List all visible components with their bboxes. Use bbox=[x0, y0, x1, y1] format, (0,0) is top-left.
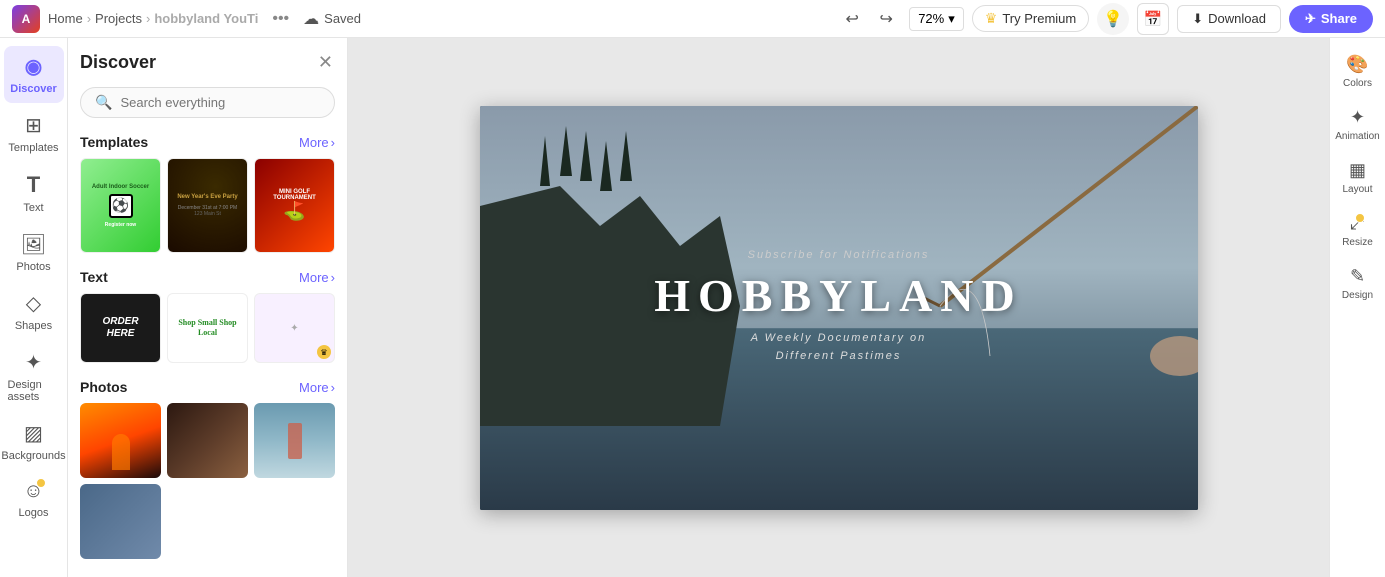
undo-redo-group: ↩ ↪ bbox=[837, 4, 901, 34]
try-premium-button[interactable]: ♛ Try Premium bbox=[972, 5, 1089, 32]
canvas: Subscribe for Notifications HOBBYLAND A … bbox=[480, 106, 1198, 510]
text-section-header: Text More › bbox=[80, 269, 335, 285]
animation-icon: ✦ bbox=[1350, 107, 1365, 128]
text-more-link[interactable]: More › bbox=[299, 270, 335, 285]
templates-section-header: Templates More › bbox=[80, 134, 335, 150]
templates-grid: Adult Indoor Soccer ⚽ Register now New Y… bbox=[80, 158, 335, 253]
download-button[interactable]: ⬇ Download bbox=[1177, 5, 1281, 33]
crown-icon: ♛ bbox=[985, 10, 998, 27]
topbar: A Home › Projects › hobbyland YouTi ••• … bbox=[0, 0, 1385, 38]
sidebar-item-shapes[interactable]: ◇ Shapes bbox=[4, 283, 64, 340]
discover-icon: ◉ bbox=[25, 54, 42, 79]
breadcrumb: Home › Projects › hobbyland YouTi bbox=[48, 11, 258, 26]
photos-more-link[interactable]: More › bbox=[299, 380, 335, 395]
zoom-select[interactable]: 72% ▾ bbox=[909, 7, 964, 31]
templates-section-title: Templates bbox=[80, 134, 148, 150]
templates-more-link[interactable]: More › bbox=[299, 135, 335, 150]
photo-item[interactable] bbox=[80, 484, 161, 559]
photos-section-title: Photos bbox=[80, 379, 127, 395]
chevron-down-icon: ▾ bbox=[948, 11, 955, 27]
app-logo[interactable]: A bbox=[12, 5, 40, 33]
sidebar-item-logos[interactable]: ☺ Logos bbox=[4, 472, 64, 527]
canvas-subtitle: A Weekly Documentary on Different Pastim… bbox=[751, 330, 927, 365]
photos-icon: 🖼 bbox=[21, 232, 46, 257]
idea-button[interactable]: 💡 bbox=[1097, 3, 1129, 35]
download-icon: ⬇ bbox=[1192, 11, 1203, 27]
right-sidebar-resize[interactable]: ⤢ Resize bbox=[1332, 205, 1384, 256]
template-item[interactable]: MINI GOLF TOURNAMENT ⛳ bbox=[254, 158, 335, 253]
photo-item[interactable] bbox=[254, 403, 335, 478]
undo-button[interactable]: ↩ bbox=[837, 4, 867, 34]
layout-icon: ▦ bbox=[1349, 160, 1366, 181]
text-item[interactable]: ORDERHERE bbox=[80, 293, 161, 363]
logos-icon: ☺ bbox=[23, 480, 43, 503]
sidebar-item-text[interactable]: T Text bbox=[4, 164, 64, 222]
resize-icon: ⤢ bbox=[1350, 213, 1364, 234]
colors-icon: 🎨 bbox=[1346, 54, 1368, 75]
right-sidebar-layout[interactable]: ▦ Layout bbox=[1332, 152, 1384, 203]
photos-grid bbox=[80, 403, 335, 559]
share-icon: ✈ bbox=[1305, 11, 1316, 27]
topbar-controls: ↩ ↪ 72% ▾ ♛ Try Premium 💡 📅 ⬇ Download ✈… bbox=[837, 3, 1373, 35]
chevron-right-icon: › bbox=[331, 270, 335, 285]
discover-title: Discover bbox=[80, 52, 156, 73]
right-sidebar-design[interactable]: ✎ Design bbox=[1332, 258, 1384, 309]
right-sidebar-animation[interactable]: ✦ Animation bbox=[1332, 99, 1384, 150]
sidebar-item-backgrounds[interactable]: ▨ Backgrounds bbox=[4, 413, 64, 470]
redo-button[interactable]: ↪ bbox=[871, 4, 901, 34]
backgrounds-icon: ▨ bbox=[24, 421, 43, 446]
canvas-overlay: Subscribe for Notifications HOBBYLAND A … bbox=[480, 106, 1198, 510]
main-layout: ◉ Discover ⊞ Templates T Text 🖼 Photos ◇… bbox=[0, 38, 1385, 577]
text-item-shop-small[interactable]: Shop Small Shop Local bbox=[167, 293, 248, 363]
canvas-title: HOBBYLAND bbox=[654, 269, 1022, 322]
right-sidebar-colors[interactable]: 🎨 Colors bbox=[1332, 46, 1384, 97]
photo-item[interactable] bbox=[167, 403, 248, 478]
design-assets-icon: ✦ bbox=[25, 350, 42, 375]
projects-link[interactable]: Projects bbox=[95, 11, 142, 26]
home-link[interactable]: Home bbox=[48, 11, 83, 26]
chevron-right-icon: › bbox=[331, 135, 335, 150]
cloud-icon: ☁ bbox=[303, 9, 319, 29]
search-icon: 🔍 bbox=[95, 94, 112, 111]
text-icon: T bbox=[27, 172, 40, 198]
lightbulb-icon: 💡 bbox=[1103, 9, 1123, 29]
discover-header: Discover ✕ bbox=[80, 50, 335, 75]
text-items-row: ORDERHERE Shop Small Shop Local ✦ ♛ bbox=[80, 293, 335, 363]
close-panel-button[interactable]: ✕ bbox=[316, 50, 335, 75]
search-input[interactable] bbox=[120, 95, 320, 110]
canvas-subscribe-text: Subscribe for Notifications bbox=[748, 249, 930, 261]
chevron-right-icon: › bbox=[331, 380, 335, 395]
template-item[interactable]: New Year's Eve Party December 31st at 7:… bbox=[167, 158, 248, 253]
discover-panel: Discover ✕ 🔍 Templates More › Adult Indo… bbox=[68, 38, 348, 577]
search-bar[interactable]: 🔍 bbox=[80, 87, 335, 118]
text-item-custom[interactable]: ✦ ♛ bbox=[254, 293, 335, 363]
share-button[interactable]: ✈ Share bbox=[1289, 5, 1373, 33]
sidebar-item-discover[interactable]: ◉ Discover bbox=[4, 46, 64, 103]
text-section-title: Text bbox=[80, 269, 108, 285]
right-sidebar: 🎨 Colors ✦ Animation ▦ Layout ⤢ Resize ✎… bbox=[1329, 38, 1385, 577]
shapes-icon: ◇ bbox=[26, 291, 41, 316]
template-item[interactable]: Adult Indoor Soccer ⚽ Register now bbox=[80, 158, 161, 253]
premium-badge: ♛ bbox=[317, 345, 331, 359]
icon-sidebar: ◉ Discover ⊞ Templates T Text 🖼 Photos ◇… bbox=[0, 38, 68, 577]
filename: hobbyland YouTi bbox=[154, 11, 258, 26]
calendar-button[interactable]: 📅 bbox=[1137, 3, 1169, 35]
sidebar-item-design-assets[interactable]: ✦ Design assets bbox=[4, 342, 64, 411]
templates-icon: ⊞ bbox=[25, 113, 42, 138]
sidebar-item-templates[interactable]: ⊞ Templates bbox=[4, 105, 64, 162]
sidebar-item-photos[interactable]: 🖼 Photos bbox=[4, 224, 64, 281]
design-icon: ✎ bbox=[1350, 266, 1365, 287]
photos-section-header: Photos More › bbox=[80, 379, 335, 395]
canvas-area[interactable]: Subscribe for Notifications HOBBYLAND A … bbox=[348, 38, 1329, 577]
photo-item[interactable] bbox=[80, 403, 161, 478]
more-options-button[interactable]: ••• bbox=[266, 8, 295, 30]
calendar-icon: 📅 bbox=[1144, 10, 1163, 28]
saved-status: ☁ Saved bbox=[303, 9, 361, 29]
